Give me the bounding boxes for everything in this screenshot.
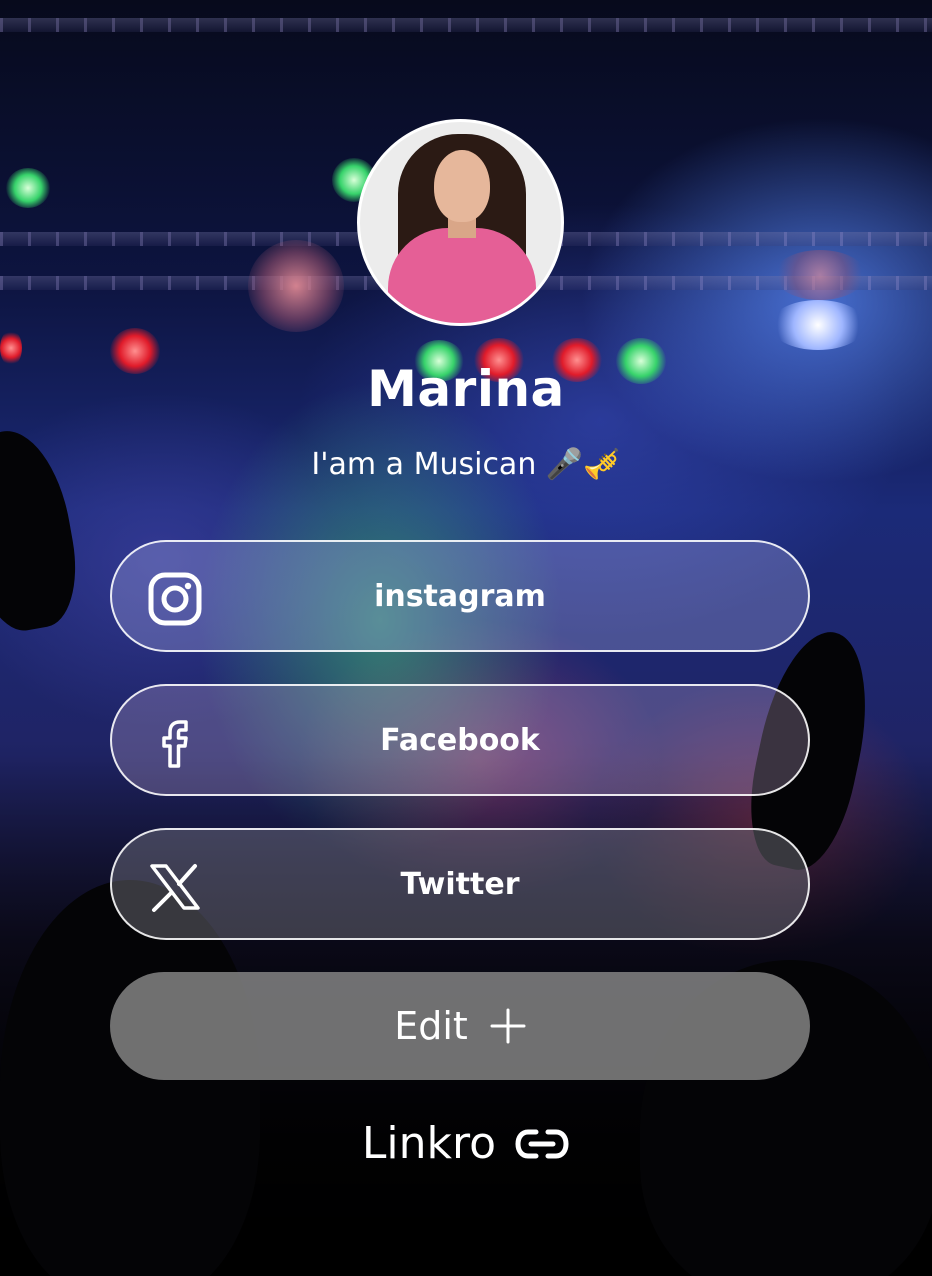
link-label: Facebook <box>380 722 540 758</box>
brand-name: Linkro <box>361 1118 497 1169</box>
edit-button[interactable]: Edit <box>110 972 810 1080</box>
stage-light <box>770 300 866 350</box>
plus-icon <box>490 1008 526 1044</box>
link-button-twitter[interactable]: Twitter <box>110 828 810 940</box>
link-list: instagram Facebook Twitter <box>110 540 810 972</box>
brand-footer[interactable]: Linkro <box>0 1118 932 1169</box>
x-twitter-icon <box>150 864 200 912</box>
stage-light-panel <box>248 240 344 332</box>
profile-bio: I'am a Musican 🎤🎺 <box>311 447 621 482</box>
profile-avatar <box>357 119 564 326</box>
facebook-icon <box>162 720 188 768</box>
instagram-icon <box>148 572 202 626</box>
profile-name: Marina <box>367 360 565 418</box>
link-button-facebook[interactable]: Facebook <box>110 684 810 796</box>
link-label: Twitter <box>400 866 520 902</box>
link-label: instagram <box>374 578 546 614</box>
link-button-instagram[interactable]: instagram <box>110 540 810 652</box>
stage-light <box>6 168 50 208</box>
edit-label: Edit <box>394 1004 468 1048</box>
stage-light-panel <box>774 250 866 300</box>
stage-truss <box>0 18 932 32</box>
link-chain-icon <box>515 1129 569 1158</box>
